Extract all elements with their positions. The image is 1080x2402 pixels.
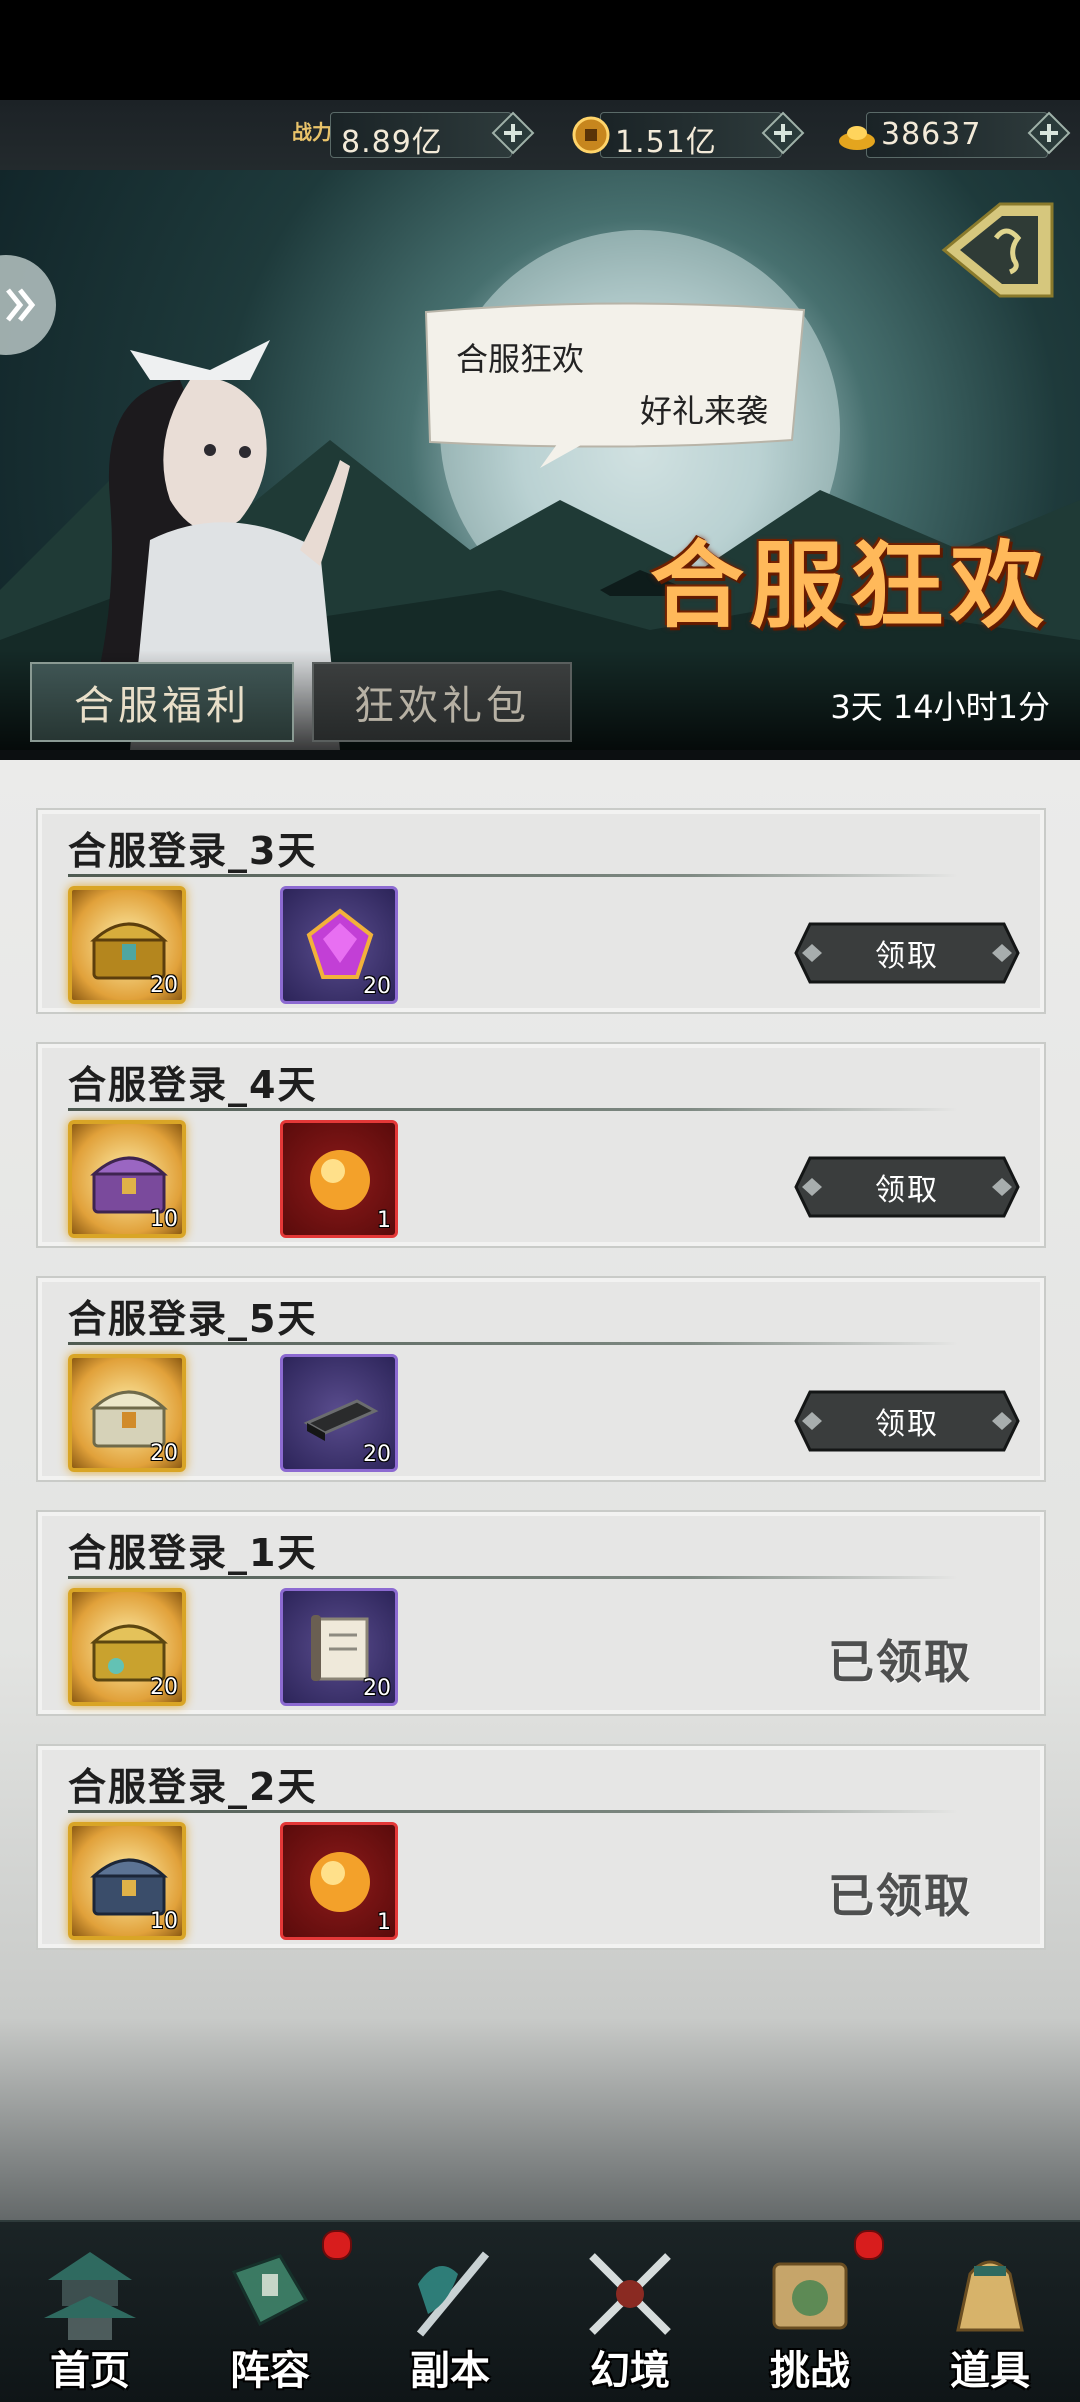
add-coins-icon[interactable]	[761, 111, 805, 155]
claim-button[interactable]: 领取	[794, 922, 1020, 984]
tab-merge-welfare[interactable]: 合服福利	[30, 662, 294, 742]
nav-lineup[interactable]: 阵容	[180, 2222, 360, 2402]
ingots-value: 38637	[881, 117, 982, 152]
rewards-panel: 合服登录_3天 20 20 领取 合服登录_4天 10 1 领取 合服登录_5天…	[0, 760, 1080, 2240]
divider	[68, 1108, 958, 1111]
reward-title: 合服登录_3天	[68, 829, 318, 873]
bottom-nav: 首页 阵容 副本 幻境 挑战 道具	[0, 2220, 1080, 2402]
item-quantity: 10	[150, 1909, 178, 1934]
reward-card: 合服登录_5天 20 20 领取	[36, 1276, 1046, 1482]
claim-button[interactable]: 领取	[794, 1156, 1020, 1218]
orange-orb-item[interactable]: 1	[280, 1120, 398, 1238]
power-label: 战力	[292, 120, 332, 144]
status-bar	[0, 0, 1080, 100]
treasure-chest-item[interactable]: 10	[68, 1120, 186, 1238]
item-quantity: 1	[377, 1208, 391, 1233]
resource-bar: 战力 8.89亿 1.51亿 38637	[0, 100, 1080, 171]
countdown-timer: 3天 14小时1分	[830, 688, 1050, 726]
claim-label: 领取	[875, 1407, 939, 1442]
add-power-icon[interactable]	[491, 111, 535, 155]
nav-dungeon[interactable]: 副本	[360, 2222, 540, 2402]
orange-orb-item[interactable]: 1	[280, 1822, 398, 1940]
notification-badge	[322, 2230, 352, 2260]
ingots-display: 38637	[839, 111, 1071, 158]
gold-ingot-icon	[839, 126, 875, 150]
item-quantity: 20	[363, 1676, 391, 1701]
speech-bubble: 合服狂欢 好礼来袭	[420, 300, 810, 468]
item-quantity: 1	[377, 1910, 391, 1935]
back-icon[interactable]	[940, 198, 1056, 302]
dark-bar-item[interactable]: 20	[280, 1354, 398, 1472]
reward-title: 合服登录_4天	[68, 1063, 318, 1107]
book-icon	[231, 2254, 309, 2327]
side-menu-button[interactable]	[0, 250, 56, 360]
orange-orb-icon	[310, 1852, 370, 1912]
divider	[68, 1810, 958, 1813]
item-quantity: 20	[363, 1442, 391, 1467]
reward-card: 合服登录_1天 20 20 已领取	[36, 1510, 1046, 1716]
claim-label: 领取	[875, 1173, 939, 1208]
map-scroll-icon	[772, 2262, 848, 2330]
purple-gem-item[interactable]: 20	[280, 886, 398, 1004]
nav-label: 阵容	[230, 2347, 310, 2394]
power-value: 8.89亿	[341, 125, 443, 160]
nav-items[interactable]: 道具	[900, 2222, 1080, 2402]
power-display: 8.89亿	[330, 111, 535, 160]
tab-bar: 合服福利 狂欢礼包 3天 14小时1分	[0, 650, 1080, 750]
claimed-status: 已领取	[828, 1869, 972, 1923]
treasure-chest-item[interactable]: 20	[68, 1588, 186, 1706]
nav-label: 副本	[410, 2347, 490, 2394]
pagoda-icon	[44, 2252, 136, 2340]
item-quantity: 20	[150, 973, 178, 998]
crossed-swords-icon	[589, 2253, 671, 2335]
notification-badge	[854, 2230, 884, 2260]
claimed-status: 已领取	[828, 1635, 972, 1689]
nav-home[interactable]: 首页	[0, 2222, 180, 2402]
bubble-line-2: 好礼来袭	[640, 392, 769, 430]
add-ingots-icon[interactable]	[1027, 111, 1071, 155]
divider	[68, 1342, 958, 1345]
bubble-line-1: 合服狂欢	[456, 340, 585, 378]
treasure-chest-item[interactable]: 20	[68, 1354, 186, 1472]
treasure-chest-item[interactable]: 10	[68, 1822, 186, 1940]
reward-title: 合服登录_5天	[68, 1297, 318, 1341]
treasure-chest-item[interactable]: 20	[68, 886, 186, 1004]
nav-label: 道具	[950, 2347, 1030, 2394]
coin-icon	[572, 116, 610, 154]
nav-label: 幻境	[590, 2347, 670, 2394]
nav-challenge[interactable]: 挑战	[720, 2222, 900, 2402]
reward-card: 合服登录_3天 20 20 领取	[36, 808, 1046, 1014]
item-quantity: 20	[150, 1441, 178, 1466]
nav-illusion[interactable]: 幻境	[540, 2222, 720, 2402]
reward-title: 合服登录_2天	[68, 1765, 318, 1809]
item-quantity: 20	[363, 974, 391, 999]
event-banner: 合服狂欢 好礼来袭 合服狂欢 合服福利 狂欢礼包 3天 14小时1分	[0, 170, 1080, 750]
reward-title: 合服登录_1天	[68, 1531, 318, 1575]
orange-orb-icon	[310, 1150, 370, 1210]
claim-label: 领取	[875, 939, 939, 974]
sword-icon	[416, 2251, 490, 2337]
item-quantity: 10	[150, 1207, 178, 1232]
scroll-item[interactable]: 20	[280, 1588, 398, 1706]
coins-value: 1.51亿	[615, 125, 717, 160]
nav-label: 首页	[50, 2347, 130, 2394]
bag-icon	[956, 2260, 1024, 2332]
item-quantity: 20	[150, 1675, 178, 1700]
tab-carnival-pack[interactable]: 狂欢礼包	[312, 662, 572, 742]
reward-card: 合服登录_4天 10 1 领取	[36, 1042, 1046, 1248]
coins-display: 1.51亿	[572, 111, 805, 160]
claim-button[interactable]: 领取	[794, 1390, 1020, 1452]
divider	[68, 874, 958, 877]
divider	[68, 1576, 958, 1579]
reward-card: 合服登录_2天 10 1 已领取	[36, 1744, 1046, 1950]
nav-label: 挑战	[770, 2347, 850, 2394]
event-title: 合服狂欢	[650, 531, 1051, 641]
